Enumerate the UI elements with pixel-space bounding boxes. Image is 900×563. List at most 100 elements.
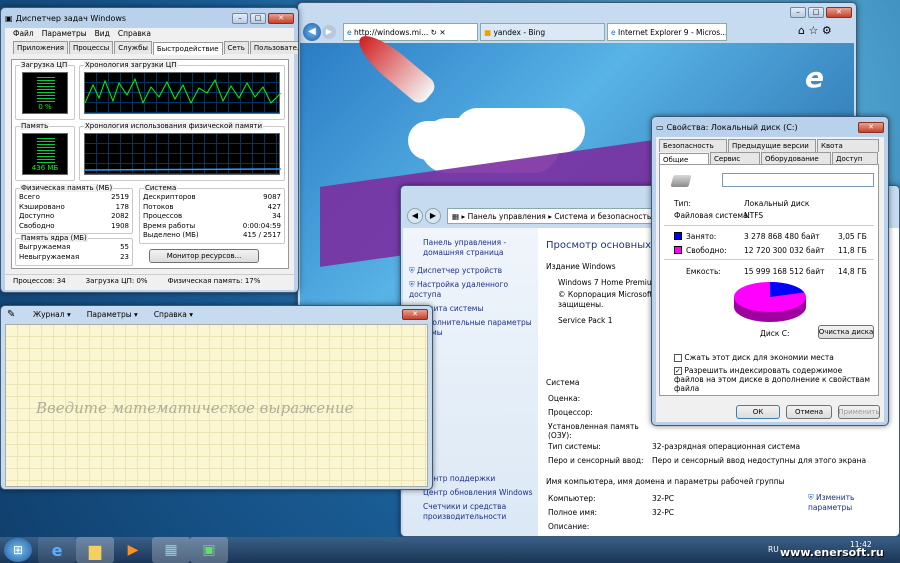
- minimize-icon[interactable]: –: [790, 7, 806, 18]
- computer-info-label: Описание:: [548, 522, 590, 531]
- system-row: Потоков 427: [143, 202, 281, 211]
- taskmanager-tabs: Приложения Процессы Службы Быстродействи…: [13, 41, 298, 55]
- menu-settings[interactable]: Параметры ▾: [87, 310, 138, 319]
- memory-history-line: [84, 168, 282, 171]
- performance-panel: Загрузка ЦП 0 % Хронология загрузки ЦП П…: [11, 59, 289, 269]
- menu-file[interactable]: Файл: [13, 29, 34, 38]
- general-panel: Тип: Локальный диск Файловая система: NT…: [659, 164, 879, 396]
- math-menu: Журнал ▾ Параметры ▾ Справка ▾: [33, 310, 193, 319]
- maximize-icon[interactable]: □: [250, 12, 266, 24]
- compress-checkbox[interactable]: Сжать этот диск для экономии места: [674, 353, 834, 362]
- taskmanager-titlebar[interactable]: ▣ Диспетчер задач Windows – □ ✕: [1, 8, 298, 28]
- kernel-memory-group: Память ядра (МБ) Выгружаемая 55 Невыгружае…: [15, 234, 133, 266]
- close-icon[interactable]: ✕: [826, 7, 852, 18]
- menu-help[interactable]: Справка ▾: [154, 310, 193, 319]
- free-swatch: [674, 246, 682, 254]
- control-panel-icon: ▦: [452, 212, 460, 221]
- taskbar-ie[interactable]: e: [38, 537, 76, 563]
- disk-properties-titlebar[interactable]: ▭ Свойства: Локальный диск (C:) ✕: [652, 117, 888, 137]
- close-icon[interactable]: ✕: [268, 12, 294, 24]
- memory-meter: 436 МБ: [22, 133, 68, 175]
- ie-icon: e: [611, 28, 616, 37]
- cp-forward-button[interactable]: ▶: [425, 208, 441, 224]
- menu-options[interactable]: Параметры: [42, 29, 87, 38]
- performance-tools-link[interactable]: Счетчики и средства производительности: [423, 502, 533, 522]
- taskmanager-title: Диспетчер задач Windows: [15, 13, 127, 23]
- status-cpu: Загрузка ЦП: 0%: [85, 277, 148, 285]
- menu-view[interactable]: Вид: [95, 29, 110, 38]
- disk-properties-window: ▭ Свойства: Локальный диск (C:) ✕ Безопа…: [651, 116, 889, 426]
- breadcrumb-system-security[interactable]: Система и безопасность: [554, 212, 651, 221]
- physical-memory-row: Кэшировано 178: [19, 202, 129, 211]
- apply-button[interactable]: Применить: [838, 405, 880, 419]
- math-writing-area[interactable]: Введите математическое выражение: [5, 324, 428, 487]
- refresh-icon[interactable]: ↻ ✕: [431, 28, 446, 37]
- ie-forward-button[interactable]: ▶: [322, 25, 336, 39]
- resource-monitor-button[interactable]: Монитор ресурсов...: [149, 249, 259, 263]
- breadcrumb-control-panel[interactable]: Панель управления: [468, 212, 546, 221]
- drive-icon: [670, 175, 692, 187]
- cancel-button[interactable]: Отмена: [786, 405, 832, 419]
- tab-processes[interactable]: Процессы: [68, 41, 114, 54]
- system-info-label: Перо и сенсорный ввод:: [548, 456, 644, 465]
- system-info-label: Тип системы:: [548, 442, 601, 451]
- physical-memory-row: Доступно 2082: [19, 212, 129, 220]
- taskmanager-menu: Файл Параметры Вид Справка: [5, 28, 294, 39]
- ie-home-icon[interactable]: ⌂ ☆ ⚙: [798, 24, 832, 37]
- system-row: Дескрипторов 9087: [143, 193, 281, 201]
- math-input-icon: ✎: [7, 309, 16, 320]
- maximize-icon[interactable]: □: [808, 7, 824, 18]
- remote-settings-link[interactable]: ⛨ Настройка удаленного доступа: [409, 280, 537, 300]
- start-button[interactable]: ⊞: [4, 538, 32, 562]
- language-indicator[interactable]: RU: [768, 545, 779, 554]
- tab-applications[interactable]: Приложения: [13, 41, 68, 54]
- ie-tab-3[interactable]: e Internet Explorer 9 - Micros...: [607, 23, 727, 41]
- memory-history-graph: [84, 133, 282, 175]
- system-row: Время работы 0:00:04:59: [143, 221, 281, 230]
- cpu-history-group: Хронология загрузки ЦП: [79, 61, 285, 120]
- tab-network[interactable]: Сеть: [223, 41, 249, 54]
- minimize-icon[interactable]: –: [232, 12, 248, 24]
- tab-previous-versions[interactable]: Предыдущие версии: [728, 139, 816, 152]
- menu-help[interactable]: Справка: [118, 29, 151, 38]
- taskbar-control-panel[interactable]: ▦: [152, 537, 190, 563]
- tab-users[interactable]: Пользователи: [249, 41, 298, 54]
- taskbar-task-manager[interactable]: ▣: [190, 537, 228, 563]
- system-group: Система Дескрипторов 9087 Потоков 427 Процес…: [139, 184, 285, 244]
- kernel-memory-row: Выгружаемая 55: [19, 243, 129, 251]
- math-close-icon[interactable]: ✕: [402, 309, 428, 320]
- folder-icon: ▆: [88, 540, 102, 560]
- device-manager-link[interactable]: ⛨ Диспетчер устройств: [409, 266, 537, 276]
- taskbar-explorer[interactable]: ▆: [76, 537, 114, 563]
- cpu-meter: 0 %: [22, 72, 68, 114]
- status-processes: Процессов: 34: [13, 277, 66, 285]
- volume-label-input[interactable]: [722, 173, 874, 187]
- system-info-value: Перо и сенсорный ввод недоступны для это…: [652, 456, 867, 465]
- taskbar-media-player[interactable]: ▶: [114, 537, 152, 563]
- index-checkbox[interactable]: ✓ Разрешить индексировать содержимое фай…: [674, 366, 874, 393]
- tab-security[interactable]: Безопасность: [659, 139, 727, 152]
- kernel-memory-row: Невыгружаемая 23: [19, 252, 129, 261]
- cpu-history-graph: [84, 72, 282, 114]
- action-center-link[interactable]: Центр поддержки: [423, 474, 533, 484]
- system-info-label: Процессор:: [548, 408, 593, 417]
- ok-button[interactable]: ОК: [736, 405, 780, 419]
- ie-tab-2[interactable]: ■ yandex - Bing: [480, 23, 605, 41]
- shield-icon: ⛨: [808, 493, 814, 502]
- windows-update-link[interactable]: Центр обновления Windows: [423, 488, 533, 498]
- tab-quota[interactable]: Квота: [817, 139, 879, 152]
- menu-history[interactable]: Журнал ▾: [33, 310, 71, 319]
- cp-back-button[interactable]: ◀: [407, 208, 423, 224]
- control-panel-icon: ▦: [164, 542, 178, 558]
- physical-memory-row: Свободно 1908: [19, 221, 129, 230]
- ie-back-button[interactable]: ◀: [303, 23, 321, 41]
- change-settings-link[interactable]: ⛨ Изменить параметры: [808, 493, 888, 513]
- close-icon[interactable]: ✕: [858, 121, 884, 133]
- tab-services[interactable]: Службы: [114, 41, 152, 54]
- system-info-label: Оценка:: [548, 394, 581, 403]
- watermark: www.enersoft.ru: [780, 546, 884, 559]
- physical-memory-row: Всего 2519: [19, 193, 129, 201]
- cp-home-link[interactable]: Панель управления - домашняя страница: [423, 238, 533, 258]
- tab-performance[interactable]: Быстродействие: [152, 42, 223, 55]
- disk-cleanup-button[interactable]: Очистка диска: [818, 325, 874, 339]
